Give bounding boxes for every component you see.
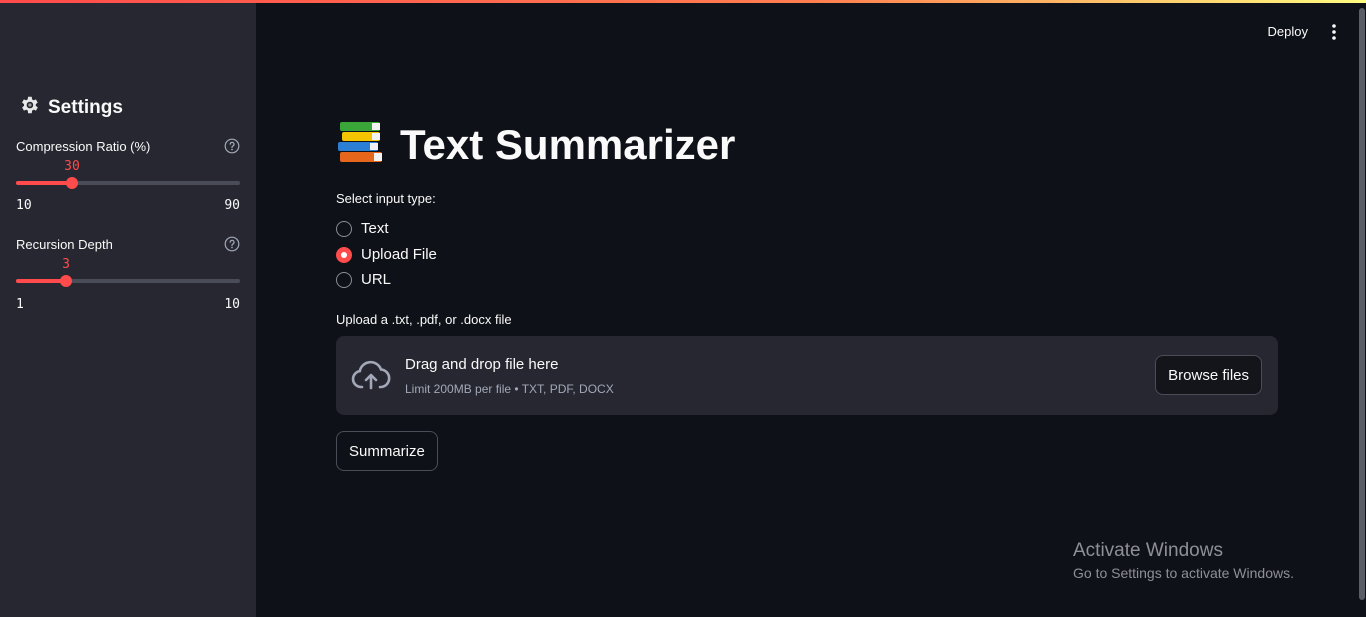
slider-value: 3 (62, 257, 70, 272)
slider-value: 30 (64, 159, 80, 174)
books-emoji-icon (336, 120, 386, 169)
page-heading: Text Summarizer (400, 120, 736, 168)
dropzone-title: Drag and drop file here (405, 356, 559, 373)
file-dropzone[interactable]: Drag and drop file here Limit 200MB per … (336, 336, 1278, 415)
slider-label: Compression Ratio (%) (16, 139, 151, 154)
radio-option-text[interactable]: Text (336, 220, 389, 237)
radio-option-label: URL (361, 271, 392, 288)
watermark-title: Activate Windows (1073, 540, 1223, 561)
slider-thumb[interactable] (60, 275, 72, 287)
slider-track[interactable] (16, 275, 240, 287)
question-circle-icon[interactable] (224, 236, 240, 252)
slider-min: 1 (16, 297, 24, 312)
summarize-button[interactable]: Summarize (336, 431, 438, 471)
radio-button[interactable] (336, 220, 352, 237)
browse-files-button[interactable]: Browse files (1155, 355, 1262, 395)
watermark-subtitle: Go to Settings to activate Windows. (1073, 565, 1294, 581)
deploy-button[interactable]: Deploy (1268, 24, 1308, 39)
slider-thumb[interactable] (66, 177, 78, 189)
slider-fill (16, 279, 66, 283)
recursion-depth-slider: Recursion Depth 3 1 10 (16, 236, 240, 316)
scrollbar[interactable] (1358, 0, 1366, 617)
page-title: Text Summarizer (336, 120, 735, 169)
radio-option-upload-file[interactable]: Upload File (336, 246, 437, 263)
slider-fill (16, 181, 72, 185)
sidebar-title: Settings (18, 94, 123, 121)
upload-label: Upload a .txt, .pdf, or .docx file (336, 312, 512, 327)
windows-activation-watermark: Activate Windows Go to Settings to activ… (1073, 540, 1294, 581)
input-type-label: Select input type: (336, 191, 436, 206)
cloud-upload-icon (351, 360, 391, 390)
gear-icon (18, 94, 40, 121)
radio-option-url[interactable]: URL (336, 271, 391, 288)
radio-button-selected[interactable] (336, 246, 352, 263)
radio-option-label: Text (361, 220, 389, 237)
slider-max: 10 (224, 297, 240, 312)
question-circle-icon[interactable] (224, 138, 240, 154)
dropzone-limit-text: Limit 200MB per file • TXT, PDF, DOCX (405, 382, 614, 396)
slider-min: 10 (16, 198, 32, 213)
sidebar-heading: Settings (48, 96, 123, 118)
header: Deploy (256, 0, 1366, 60)
compression-ratio-slider: Compression Ratio (%) 30 10 90 (16, 138, 240, 218)
slider-label: Recursion Depth (16, 237, 113, 252)
vertical-ellipsis-icon[interactable] (1328, 23, 1340, 41)
radio-option-label: Upload File (361, 246, 437, 263)
slider-track[interactable] (16, 177, 240, 189)
top-decoration-bar (0, 0, 1366, 3)
slider-max: 90 (224, 198, 240, 213)
radio-button[interactable] (336, 271, 352, 288)
scrollbar-thumb[interactable] (1359, 8, 1365, 600)
sidebar: Settings Compression Ratio (%) 30 10 90 … (0, 0, 256, 617)
